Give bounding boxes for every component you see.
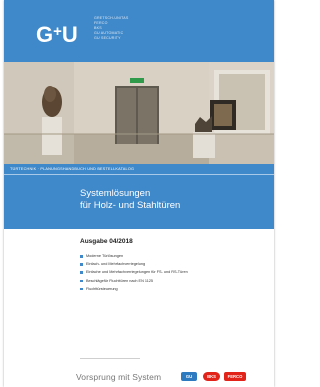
band-divider (4, 174, 274, 175)
brochure-cover: G+U GRETSCH-UNITAS FERCO BKS GU AUTOMATI… (4, 0, 274, 387)
museum-scene (4, 62, 274, 164)
museum-photo (4, 62, 274, 164)
title-line-2: für Holz- und Stahltüren (80, 200, 181, 211)
logo-letter-u: U (61, 22, 78, 47)
feature-item: Fluchttürsteuerung (80, 287, 200, 292)
logo-letter-g: G (36, 22, 53, 47)
cover-header: G+U GRETSCH-UNITAS FERCO BKS GU AUTOMATI… (4, 0, 274, 62)
feature-item: Moderne Türlösungen (80, 254, 200, 259)
footer-divider (80, 358, 140, 359)
feature-item: Einfache und Mehrfachverriegelungen für … (80, 270, 200, 275)
ferco-badge: FERCO (224, 372, 246, 381)
slogan: Vorsprung mit System (76, 372, 162, 382)
gu-logo: G+U (36, 22, 78, 48)
edition-label: Ausgabe 04/2018 (80, 238, 133, 245)
brand-list: GRETSCH-UNITAS FERCO BKS GU AUTOMATIC GU… (94, 16, 128, 41)
bks-badge: BKS (203, 372, 220, 381)
feature-item: Beschlägefür Fluchttüren nach EN 1125 (80, 279, 200, 284)
logo-plus: + (53, 23, 62, 40)
gu-badge: GU (181, 372, 197, 381)
feature-item: Einfach- und Mehrfachverriegelung (80, 262, 200, 267)
feature-list: Moderne Türlösungen Einfach- und Mehrfac… (80, 254, 200, 295)
title-band: TÜRTECHNIK · PLANUNGSHANDBUCH UND BESTEL… (4, 164, 274, 229)
brand-item: GU SECURITY (94, 36, 121, 40)
band-subtitle: TÜRTECHNIK · PLANUNGSHANDBUCH UND BESTEL… (10, 167, 135, 171)
title-line-1: Systemlösungen (80, 188, 151, 199)
document-title: Systemlösungen für Holz- und Stahltüren (80, 188, 180, 212)
